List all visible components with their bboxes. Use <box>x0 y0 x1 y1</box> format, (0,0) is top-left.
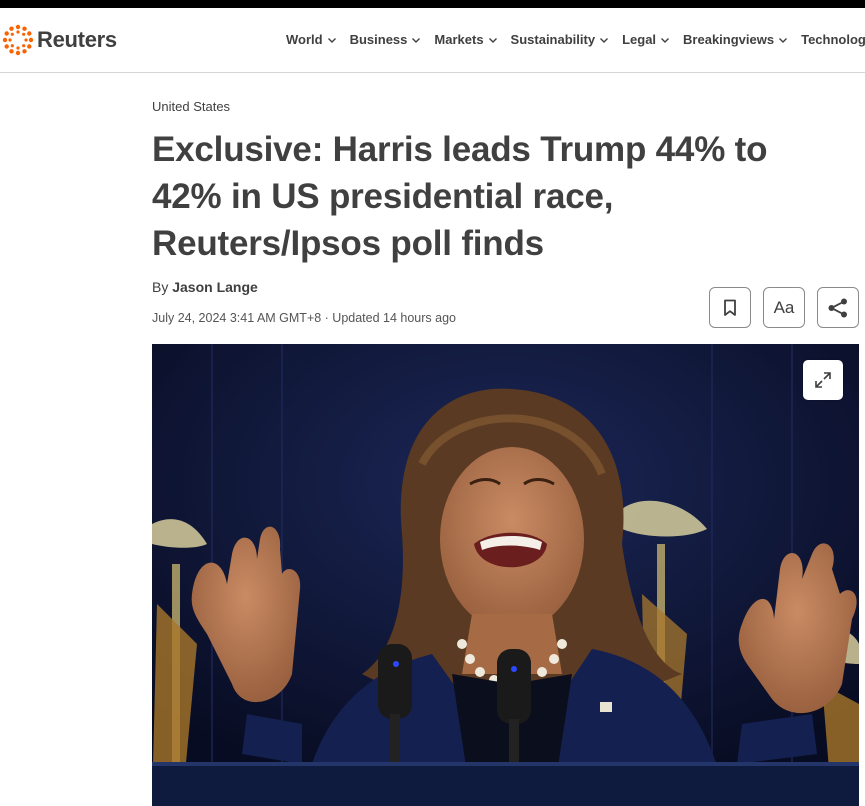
article-dateline: July 24, 2024 3:41 AM GMT+8 · Updated 14… <box>152 311 457 325</box>
nav-item-breakingviews[interactable]: Breakingviews <box>683 32 788 47</box>
nav-item-sustainability[interactable]: Sustainability <box>511 32 610 47</box>
share-icon <box>828 298 847 317</box>
nav-item-legal[interactable]: Legal <box>622 32 670 47</box>
article-headline: Exclusive: Harris leads Trump 44% to 42%… <box>152 130 768 263</box>
chevron-down-icon <box>779 37 788 43</box>
share-button[interactable] <box>817 287 859 328</box>
top-bar <box>0 0 865 8</box>
chevron-down-icon <box>327 37 336 43</box>
nav-item-label: Technology <box>801 32 865 47</box>
byline-prefix: By <box>152 279 169 295</box>
nav-item-label: Legal <box>622 32 657 47</box>
section-breadcrumb[interactable]: United States <box>152 99 230 114</box>
nav-item-label: Business <box>349 32 408 47</box>
chevron-down-icon <box>600 37 609 43</box>
bookmark-icon <box>724 299 736 316</box>
expand-image-button[interactable] <box>803 360 843 400</box>
byline: By Jason Lange <box>152 279 258 295</box>
reuters-logo-icon <box>2 24 34 56</box>
chevron-down-icon <box>488 37 497 43</box>
expand-icon <box>815 372 831 388</box>
nav-item-markets[interactable]: Markets <box>434 32 497 47</box>
author-link[interactable]: Jason Lange <box>172 279 258 295</box>
text-size-button[interactable]: Aa <box>763 287 805 328</box>
hero-image[interactable] <box>152 344 859 806</box>
chevron-down-icon <box>412 37 421 43</box>
hero-photo <box>152 344 859 806</box>
nav-item-label: Breakingviews <box>683 32 775 47</box>
nav-item-label: World <box>286 32 323 47</box>
nav-item-technology[interactable]: Technology <box>801 32 865 47</box>
site-header: Reuters World Business Markets Sustainab… <box>0 8 865 73</box>
nav-item-label: Sustainability <box>510 32 596 47</box>
bookmark-button[interactable] <box>709 287 751 328</box>
nav-item-business[interactable]: Business <box>350 32 422 47</box>
text-size-label: Aa <box>773 297 795 317</box>
main-nav: World Business Markets Sustainability Le… <box>286 32 865 47</box>
reuters-logo[interactable]: Reuters <box>2 24 117 56</box>
nav-item-label: Markets <box>434 32 484 47</box>
chevron-down-icon <box>661 37 670 43</box>
logo-wordmark: Reuters <box>37 27 117 52</box>
nav-item-world[interactable]: World <box>286 32 337 47</box>
